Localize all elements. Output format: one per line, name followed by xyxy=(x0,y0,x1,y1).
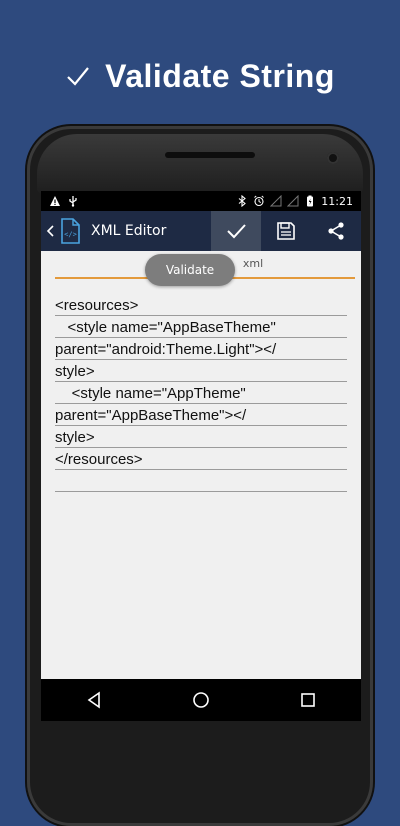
editor-line[interactable]: <resources> xyxy=(55,295,347,316)
battery-icon xyxy=(307,195,314,207)
validate-button[interactable] xyxy=(211,211,261,251)
back-triangle-icon xyxy=(87,691,101,709)
bluetooth-icon xyxy=(238,195,247,207)
usb-icon xyxy=(69,196,77,207)
editor-line[interactable]: <style name="AppBaseTheme" xyxy=(55,317,347,338)
editor-line[interactable]: </resources> xyxy=(55,449,347,470)
share-button[interactable] xyxy=(311,211,361,251)
validate-toast: Validate xyxy=(145,254,235,286)
check-icon xyxy=(227,224,246,239)
warning-icon xyxy=(50,196,60,206)
editor-line[interactable]: style> xyxy=(55,427,347,448)
speaker-grille xyxy=(165,152,255,158)
editor-line[interactable] xyxy=(55,471,347,492)
action-bar: </> XML Editor xyxy=(41,211,361,251)
share-icon xyxy=(328,222,344,240)
svg-text:</>: </> xyxy=(64,231,77,239)
editor-line[interactable]: parent="android:Theme.Light"></ xyxy=(55,339,347,360)
nav-recents-button[interactable] xyxy=(278,679,338,721)
promo-title: Validate String xyxy=(105,57,335,94)
nav-home-button[interactable] xyxy=(171,679,231,721)
chevron-left-icon xyxy=(46,225,54,237)
back-button[interactable] xyxy=(43,211,57,251)
editor-line[interactable]: parent="AppBaseTheme"></ xyxy=(55,405,347,426)
save-icon xyxy=(277,222,295,240)
nav-back-button[interactable] xyxy=(64,679,124,721)
screen-title: XML Editor xyxy=(91,223,167,239)
recents-square-icon xyxy=(300,693,315,707)
phone-top-bezel xyxy=(37,134,363,194)
status-bar: 11:21 xyxy=(41,191,361,211)
phone-screen: 11:21 </> XML Editor xml <resources> <st… xyxy=(41,191,361,721)
save-button[interactable] xyxy=(261,211,311,251)
promo-header: Validate String xyxy=(0,52,400,100)
alarm-icon xyxy=(254,195,265,207)
wifi-icon xyxy=(270,195,282,207)
front-camera xyxy=(327,152,339,164)
editor-line[interactable]: style> xyxy=(55,361,347,382)
home-circle-icon xyxy=(193,692,209,708)
signal-icon xyxy=(287,195,299,207)
xml-editor[interactable]: <resources> <style name="AppBaseTheme" pa… xyxy=(55,295,347,493)
navigation-bar xyxy=(41,679,361,721)
xml-file-app-icon[interactable]: </> xyxy=(59,218,81,244)
editor-line[interactable]: <style name="AppTheme" xyxy=(55,383,347,404)
status-time: 11:21 xyxy=(321,194,353,208)
check-icon xyxy=(67,67,89,86)
